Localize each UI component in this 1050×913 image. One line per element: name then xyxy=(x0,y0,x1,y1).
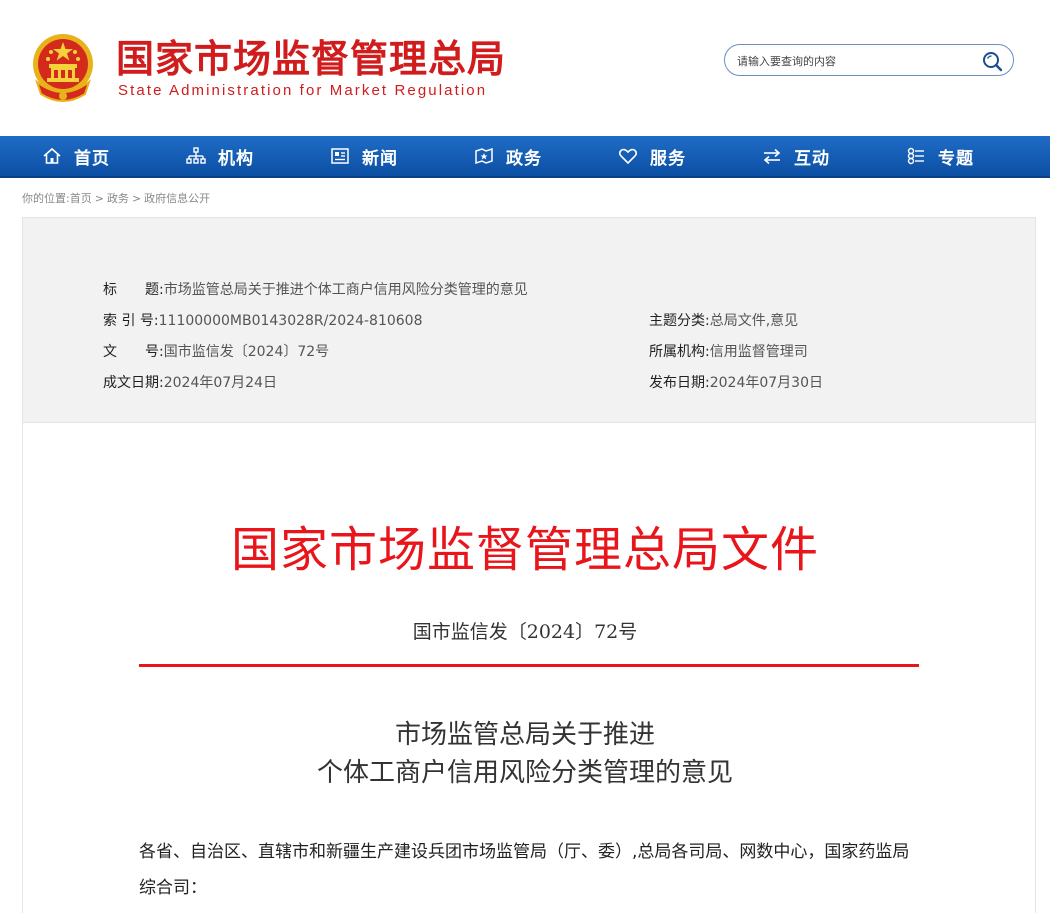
nav-label: 服务 xyxy=(650,148,686,169)
home-icon xyxy=(43,147,61,164)
red-divider xyxy=(139,664,919,667)
nav-label: 新闻 xyxy=(362,148,398,169)
meta-pub-value: 2024年07月30日 xyxy=(709,375,823,391)
meta-date-row: 成文日期:2024年07月24日 xyxy=(103,373,277,393)
meta-title-row: 标 题:市场监管总局关于推进个体工商户信用风险分类管理的意见 xyxy=(103,280,528,300)
org-chart-icon xyxy=(186,147,206,164)
breadcrumb-disclosure-link[interactable]: 政府信息公开 xyxy=(144,192,210,205)
meta-title-value: 市场监管总局关于推进个体工商户信用风险分类管理的意见 xyxy=(163,282,528,298)
nav-label: 互动 xyxy=(794,148,830,169)
breadcrumb-prefix: 你的位置: xyxy=(22,192,70,205)
nav-item-home[interactable]: 首页 xyxy=(42,136,110,176)
government-affairs-icon xyxy=(475,147,493,165)
meta-pub-label: 发布日期: xyxy=(649,375,710,391)
breadcrumb-separator: > xyxy=(94,192,104,205)
meta-title-label: 标 题: xyxy=(103,282,164,298)
breadcrumb-affairs-link[interactable]: 政务 xyxy=(107,192,129,205)
meta-dept-label: 所属机构: xyxy=(649,344,710,360)
nav-item-interact[interactable]: 互动 xyxy=(762,136,830,176)
search-icon[interactable] xyxy=(981,50,1003,72)
news-icon xyxy=(331,148,349,164)
document-number: 国市监信发〔2024〕72号 xyxy=(412,621,638,643)
meta-topic-label: 主题分类: xyxy=(649,313,710,329)
meta-index-value: 11100000MB0143028R/2024-810608 xyxy=(158,313,423,329)
document-title: 市场监管总局关于推进 个体工商户信用风险分类管理的意见 xyxy=(0,716,1050,792)
document-salutation: 各省、自治区、直辖市和新疆生产建设兵团市场监管局（厅、委）,总局各司局、网数中心… xyxy=(139,842,910,898)
topics-icon xyxy=(907,147,924,165)
document-heading: 国家市场监督管理总局文件 xyxy=(230,522,819,578)
site-header: 国家市场监督管理总局 State Administration for Mark… xyxy=(0,0,1050,136)
search-input[interactable] xyxy=(735,50,979,72)
document-metadata: 标 题:市场监管总局关于推进个体工商户信用风险分类管理的意见 索 引 号:111… xyxy=(22,217,1036,423)
site-title: 国家市场监督管理总局 xyxy=(116,36,507,81)
main-nav: 首页 机构 新闻 政务 服务 互动 专题 xyxy=(0,136,1050,178)
exchange-icon xyxy=(763,148,781,165)
nav-label: 机构 xyxy=(218,148,254,169)
nav-item-affairs[interactable]: 政务 xyxy=(474,136,542,176)
document-title-line2: 个体工商户信用风险分类管理的意见 xyxy=(316,758,733,788)
meta-docno-value: 国市监信发〔2024〕72号 xyxy=(163,344,330,360)
meta-dept-row: 所属机构:信用监督管理司 xyxy=(649,342,808,362)
nav-item-topics[interactable]: 专题 xyxy=(906,136,974,176)
meta-docno-row: 文 号:国市监信发〔2024〕72号 xyxy=(103,342,329,362)
meta-dept-value: 信用监督管理司 xyxy=(709,344,808,360)
meta-date-label: 成文日期: xyxy=(103,375,164,391)
meta-pub-row: 发布日期:2024年07月30日 xyxy=(649,373,823,393)
nav-item-service[interactable]: 服务 xyxy=(618,136,686,176)
nav-label: 专题 xyxy=(938,148,974,169)
heart-icon xyxy=(618,148,638,165)
breadcrumb-separator: > xyxy=(131,192,142,205)
meta-index-label: 索 引 号: xyxy=(103,313,159,329)
document-title-line1: 市场监管总局关于推进 xyxy=(394,720,655,750)
site-subtitle: State Administration for Market Regulati… xyxy=(118,82,488,99)
breadcrumb: 你的位置:首页 > 政务 > 政府信息公开 xyxy=(22,190,210,206)
breadcrumb-home-link[interactable]: 首页 xyxy=(70,192,92,205)
meta-topic-row: 主题分类:总局文件,意见 xyxy=(649,311,798,331)
nav-item-org[interactable]: 机构 xyxy=(186,136,254,176)
search-box xyxy=(724,44,1014,76)
nav-label: 首页 xyxy=(74,148,110,169)
meta-index-row: 索 引 号:11100000MB0143028R/2024-810608 xyxy=(103,311,423,331)
meta-date-value: 2024年07月24日 xyxy=(163,375,277,391)
nav-item-news[interactable]: 新闻 xyxy=(330,136,398,176)
nav-label: 政务 xyxy=(506,148,542,169)
meta-docno-label: 文 号: xyxy=(103,344,164,360)
meta-topic-value: 总局文件,意见 xyxy=(709,313,799,329)
national-emblem-icon xyxy=(33,34,93,102)
